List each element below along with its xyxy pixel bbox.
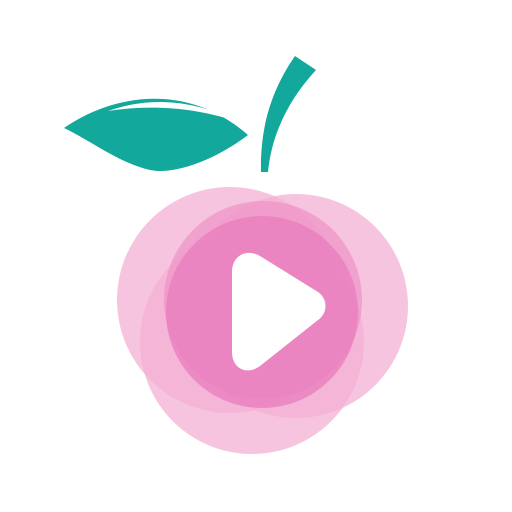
- peach-play-logo: [64, 56, 408, 454]
- leaf-icon: [64, 98, 248, 172]
- leaf-shape: [64, 98, 248, 172]
- app-icon-canvas: [0, 0, 512, 512]
- stem-icon: [260, 56, 316, 172]
